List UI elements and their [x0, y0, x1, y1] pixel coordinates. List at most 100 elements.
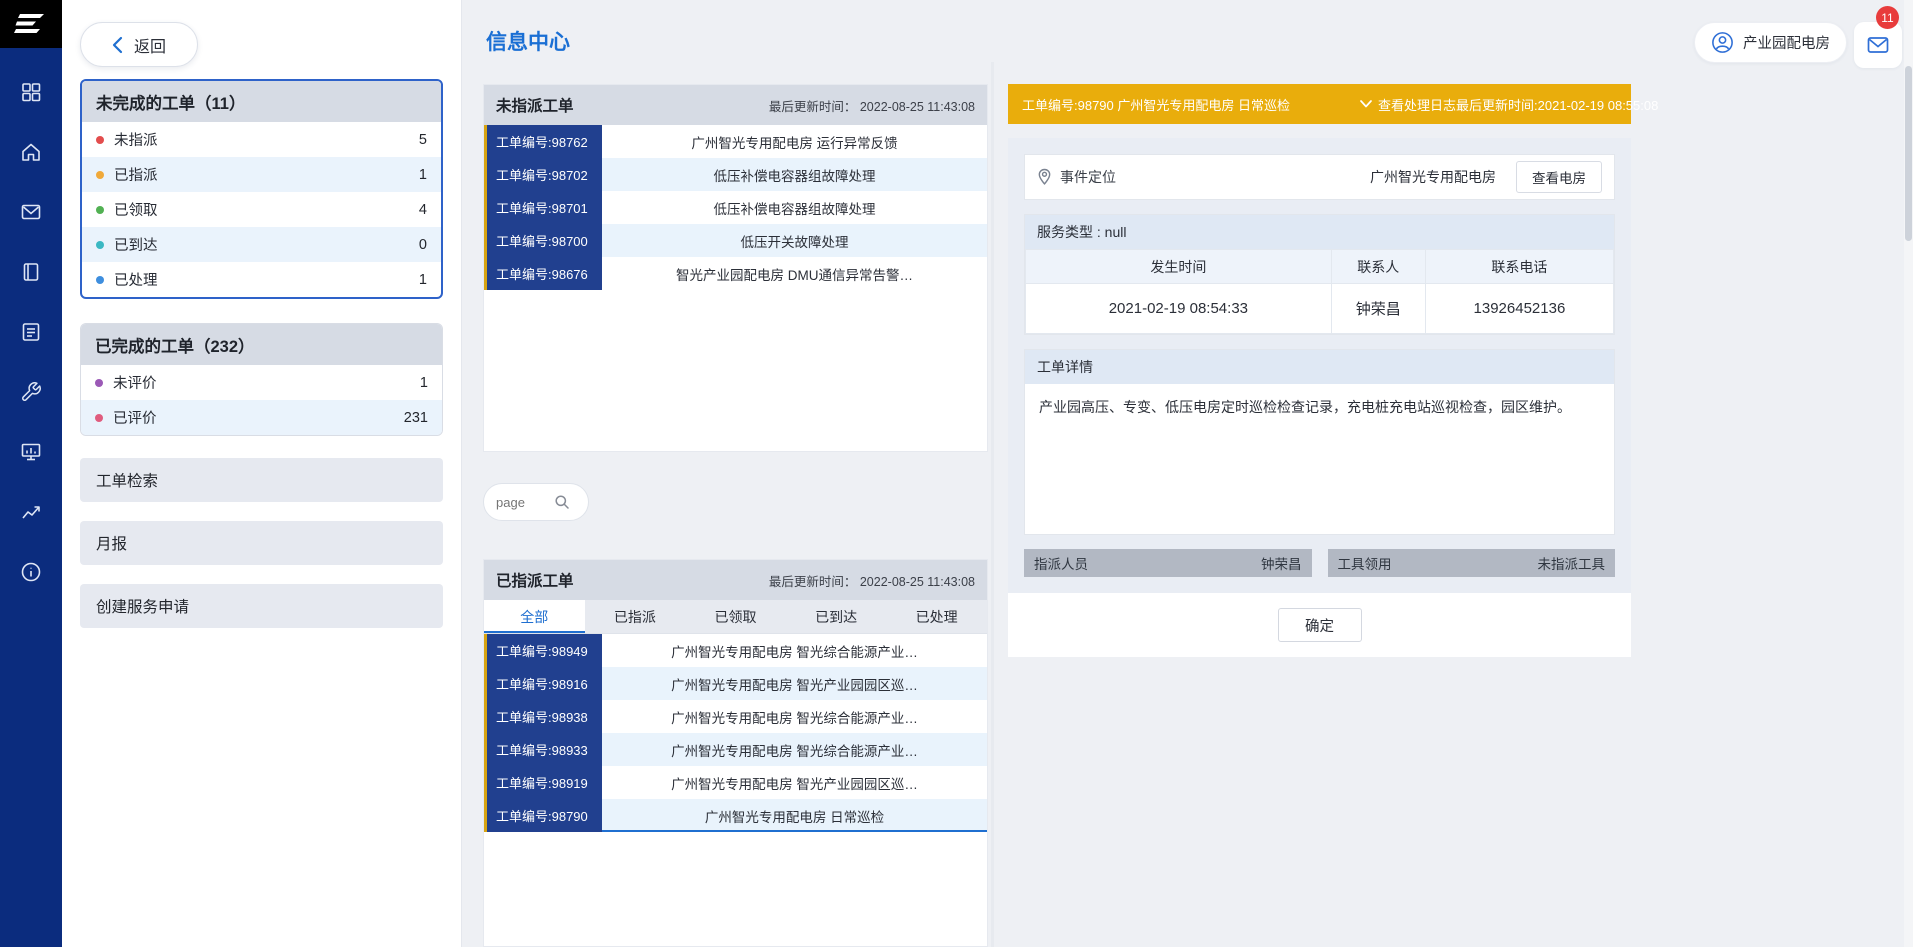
app-sidebar — [0, 0, 62, 947]
stat-count: 5 — [419, 132, 427, 148]
sidebar-item-info[interactable] — [0, 542, 62, 602]
last-updated: 最后更新时间： 2022-08-25 11:43:08 — [769, 571, 975, 590]
sidebar-item-monitor[interactable] — [0, 422, 62, 482]
sidebar-item-messages[interactable] — [0, 182, 62, 242]
unfinished-orders-card: 未完成的工单（11） 未指派 5 已指派 1 已领取 4 已到达 0 — [80, 79, 443, 299]
view-room-button[interactable]: 查看电房 — [1516, 161, 1602, 193]
work-order-row[interactable]: 工单编号:98933 广州智光专用配电房 智光综合能源产业… — [484, 733, 987, 766]
order-details-box: 工单详情 产业园高压、专变、低压电房定时巡检检查记录，充电桩充电站巡视检查，园区… — [1024, 349, 1615, 535]
sidebar-item-apps[interactable] — [0, 62, 62, 122]
confirm-button[interactable]: 确定 — [1278, 608, 1362, 642]
view-log-toggle[interactable]: 查看处理日志 — [1360, 95, 1456, 114]
tools-bar: 工具领用 未指派工具 — [1328, 549, 1616, 577]
scrollbar-thumb[interactable] — [1905, 66, 1912, 241]
monitor-chart-icon — [20, 441, 42, 463]
assignment-bars: 指派人员 钟荣昌 工具领用 未指派工具 — [1024, 549, 1615, 577]
stat-row-unassigned[interactable]: 未指派 5 — [82, 122, 441, 157]
search-icon[interactable] — [554, 494, 570, 510]
tab-assigned[interactable]: 已指派 — [585, 600, 686, 633]
stat-count: 0 — [419, 237, 427, 253]
mail-icon — [20, 201, 42, 223]
chevron-down-icon — [1360, 100, 1372, 108]
assigned-list: 工单编号:98949 广州智光专用配电房 智光综合能源产业… 工单编号:9891… — [484, 634, 987, 832]
stat-row-arrived[interactable]: 已到达 0 — [82, 227, 441, 262]
work-order-row[interactable]: 工单编号:98916 广州智光专用配电房 智光产业园园区巡… — [484, 667, 987, 700]
work-order-row[interactable]: 工单编号:98938 广州智光专用配电房 智光综合能源产业… — [484, 700, 987, 733]
unfinished-stat-list: 未指派 5 已指派 1 已领取 4 已到达 0 已处理 1 — [82, 122, 441, 297]
stat-row-assigned[interactable]: 已指派 1 — [82, 157, 441, 192]
list-icon — [20, 321, 42, 343]
work-order-row[interactable]: 工单编号:98762 广州智光专用配电房 运行异常反馈 — [484, 125, 987, 158]
app-logo[interactable] — [0, 0, 62, 48]
work-order-desc: 智光产业园配电房 DMU通信异常告警… — [602, 264, 987, 284]
stat-row-claimed[interactable]: 已领取 4 — [82, 192, 441, 227]
order-detail-panel: 事件定位 广州智光专用配电房 查看电房 服务类型 : null 发生时间 联系人… — [1008, 138, 1631, 657]
work-order-id: 工单编号:98916 — [484, 667, 602, 700]
status-dot — [96, 136, 104, 144]
status-dot — [95, 379, 103, 387]
work-order-id: 工单编号:98938 — [484, 700, 602, 733]
account-menu[interactable]: 产业园配电房 — [1694, 22, 1847, 63]
apps-icon — [20, 81, 42, 103]
link-order-search[interactable]: 工单检索 — [80, 458, 443, 502]
stat-row-rated[interactable]: 已评价 231 — [81, 400, 442, 435]
stat-label: 已领取 — [114, 199, 158, 220]
stat-row-processed[interactable]: 已处理 1 — [82, 262, 441, 297]
info-icon — [20, 561, 42, 583]
work-order-desc: 广州智光专用配电房 日常巡检 — [602, 806, 987, 826]
sidebar-item-docs[interactable] — [0, 242, 62, 302]
tab-arrived[interactable]: 已到达 — [786, 600, 887, 633]
tools-label: 工具领用 — [1338, 553, 1392, 573]
stat-label: 已评价 — [113, 407, 157, 428]
work-order-row[interactable]: 工单编号:98949 广州智光专用配电房 智光综合能源产业… — [484, 634, 987, 667]
messages-button[interactable] — [1854, 22, 1902, 68]
work-order-id: 工单编号:98702 — [484, 158, 602, 191]
assignee-bar: 指派人员 钟荣昌 — [1024, 549, 1312, 577]
header-occurred-time: 发生时间 — [1026, 250, 1332, 284]
detail-footer: 确定 — [1008, 593, 1631, 657]
sidebar-item-tools[interactable] — [0, 362, 62, 422]
link-monthly-report[interactable]: 月报 — [80, 521, 443, 565]
wrench-icon — [20, 381, 42, 403]
order-details-text: 产业园高压、专变、低压电房定时巡检检查记录，充电桩充电站巡视检查，园区维护。 — [1025, 384, 1614, 534]
sidebar-item-reports[interactable] — [0, 482, 62, 542]
chevron-left-icon — [112, 36, 124, 54]
work-order-row-selected[interactable]: 工单编号:98790 广州智光专用配电房 日常巡检 — [484, 799, 987, 832]
status-tabs: 全部 已指派 已领取 已到达 已处理 — [484, 600, 987, 634]
sidebar-nav — [0, 48, 62, 602]
logo-icon — [14, 11, 48, 37]
view-log-label: 查看处理日志 — [1378, 95, 1456, 114]
page-scrollbar[interactable] — [1904, 0, 1913, 947]
table-header-row: 发生时间 联系人 联系电话 — [1026, 250, 1614, 284]
work-order-row[interactable]: 工单编号:98702 低压补偿电容器组故障处理 — [484, 158, 987, 191]
work-order-row[interactable]: 工单编号:98701 低压补偿电容器组故障处理 — [484, 191, 987, 224]
tab-all[interactable]: 全部 — [484, 600, 585, 633]
last-updated: 最后更新时间:2021-02-19 08:55:08 — [1456, 95, 1658, 114]
work-order-row[interactable]: 工单编号:98700 低压开关故障处理 — [484, 224, 987, 257]
assignee-label: 指派人员 — [1034, 553, 1088, 573]
panel-title: 已指派工单 — [496, 569, 574, 591]
stat-row-unrated[interactable]: 未评价 1 — [81, 365, 442, 400]
tab-processed[interactable]: 已处理 — [886, 600, 987, 633]
back-button[interactable]: 返回 — [80, 22, 198, 67]
work-order-row[interactable]: 工单编号:98676 智光产业园配电房 DMU通信异常告警… — [484, 257, 987, 290]
page-search-box — [483, 483, 589, 521]
work-order-id: 工单编号:98949 — [484, 634, 602, 667]
tab-claimed[interactable]: 已领取 — [685, 600, 786, 633]
contact-table: 发生时间 联系人 联系电话 2021-02-19 08:54:33 钟荣昌 13… — [1025, 249, 1614, 334]
work-order-row[interactable]: 工单编号:98919 广州智光专用配电房 智光产业园园区巡… — [484, 766, 987, 799]
sidebar-item-home[interactable] — [0, 122, 62, 182]
work-order-id: 工单编号:98676 — [484, 257, 602, 290]
sidebar-item-orders[interactable] — [0, 302, 62, 362]
stat-count: 1 — [419, 167, 427, 183]
status-dot — [95, 414, 103, 422]
link-create-service-request[interactable]: 创建服务申请 — [80, 584, 443, 628]
last-updated: 最后更新时间： 2022-08-25 11:43:08 — [769, 96, 975, 115]
column-divider — [991, 62, 994, 947]
order-details-title: 工单详情 — [1025, 350, 1614, 384]
search-input[interactable] — [496, 495, 548, 510]
unassigned-list: 工单编号:98762 广州智光专用配电房 运行异常反馈 工单编号:98702 低… — [484, 125, 987, 290]
book-icon — [20, 261, 42, 283]
main-column: 信息中心 未指派工单 最后更新时间： 2022-08-25 11:43:08 工… — [483, 0, 988, 947]
mail-icon — [1866, 33, 1890, 57]
